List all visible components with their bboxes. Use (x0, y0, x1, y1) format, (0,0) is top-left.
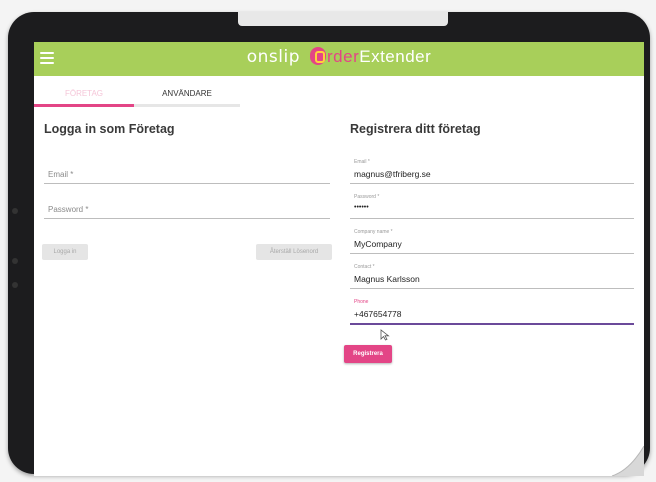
side-button (12, 258, 18, 264)
register-contact-input[interactable] (350, 288, 634, 289)
page-curl-decoration (611, 446, 644, 476)
register-contact-label: Contact * (354, 264, 375, 270)
tab-bar: FÖRETAG ANVÄNDARE (34, 84, 240, 108)
register-phone-value: +467654778 (354, 309, 402, 319)
login-email-input[interactable] (44, 183, 330, 184)
login-button[interactable]: Logga in (42, 244, 88, 260)
brand-logo: onslip rderExtender (34, 47, 644, 67)
login-password-input[interactable] (44, 218, 330, 219)
login-heading: Logga in som Företag (44, 122, 175, 136)
mouse-pointer-icon (380, 329, 390, 341)
reset-password-button[interactable]: Återställ Lösenord (256, 244, 332, 260)
register-email-input[interactable] (350, 183, 634, 184)
app-screen: onslip rderExtender FÖRETAG ANVÄNDARE Log… (34, 42, 644, 476)
brand-extender: Extender (359, 47, 432, 66)
register-company-input[interactable] (350, 253, 634, 254)
register-password-input[interactable] (350, 218, 634, 219)
tab-foretag[interactable]: FÖRETAG (34, 84, 134, 104)
register-email-value: magnus@tfriberg.se (354, 169, 431, 179)
register-email-label: Email * (354, 159, 370, 165)
register-phone-label: Phone (354, 299, 369, 305)
app-bar: onslip rderExtender (34, 42, 644, 76)
order-logo-icon (310, 47, 326, 65)
tab-active-indicator (34, 104, 134, 107)
side-button (12, 208, 18, 214)
register-phone-input[interactable] (350, 323, 634, 325)
register-button[interactable]: Registrera (344, 345, 392, 363)
register-company-label: Company name * (354, 229, 393, 235)
brand-onslip: onslip (246, 47, 300, 67)
tablet-frame: onslip rderExtender FÖRETAG ANVÄNDARE Log… (8, 12, 650, 476)
register-password-label: Password * (354, 194, 380, 200)
login-password-label: Password * (48, 205, 89, 214)
register-heading: Registrera ditt företag (350, 122, 481, 136)
stage: onslip rderExtender FÖRETAG ANVÄNDARE Log… (0, 0, 656, 482)
tab-anvandare[interactable]: ANVÄNDARE (134, 84, 240, 104)
brand-order: rder (327, 47, 360, 66)
side-button (12, 282, 18, 288)
login-email-label: Email * (48, 170, 74, 179)
tablet-top-strip (238, 12, 448, 26)
register-company-value: MyCompany (354, 239, 402, 249)
register-password-value: •••••• (354, 204, 369, 211)
register-contact-value: Magnus Karlsson (354, 274, 420, 284)
